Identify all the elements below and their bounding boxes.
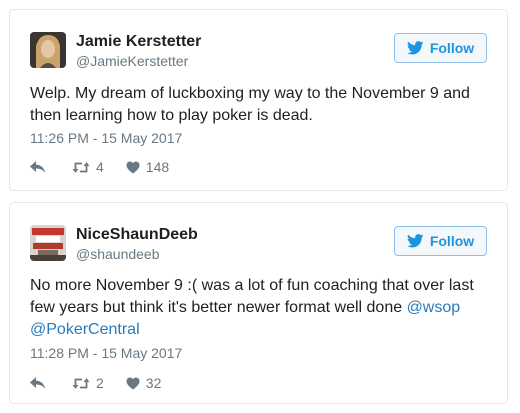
display-name[interactable]: NiceShaunDeeb	[76, 226, 198, 244]
tweet-actions: 2 32	[30, 373, 161, 393]
tweet-actions: 4 148	[30, 157, 169, 177]
tweet-card: NiceShaunDeeb @shaundeeb Follow No more …	[9, 202, 508, 404]
tweet-text: No more November 9 :( was a lot of fun c…	[30, 275, 500, 341]
display-name[interactable]: Jamie Kerstetter	[76, 33, 201, 51]
user-handle[interactable]: @shaundeeb	[76, 246, 160, 262]
retweet-count: 2	[96, 375, 104, 391]
mention-link-pokercentral[interactable]: @PokerCentral	[30, 321, 140, 338]
follow-label: Follow	[429, 233, 475, 249]
retweet-button[interactable]: 4	[72, 159, 104, 175]
follow-label: Follow	[429, 40, 475, 56]
like-button[interactable]: 148	[126, 159, 169, 175]
retweet-icon	[72, 377, 90, 390]
tweet-card: Jamie Kerstetter @JamieKerstetter Follow…	[9, 9, 508, 191]
retweet-count: 4	[96, 159, 104, 175]
retweet-icon	[72, 161, 90, 174]
follow-button[interactable]: Follow	[394, 226, 487, 256]
tweet-timestamp[interactable]: 11:28 PM - 15 May 2017	[30, 345, 182, 361]
like-count: 148	[145, 159, 170, 175]
avatar[interactable]	[30, 225, 66, 261]
retweet-button[interactable]: 2	[72, 375, 104, 391]
reply-button[interactable]	[30, 376, 46, 390]
twitter-bird-icon	[406, 41, 424, 55]
tweet-timestamp[interactable]: 11:26 PM - 15 May 2017	[30, 130, 182, 146]
heart-icon	[126, 377, 140, 390]
heart-icon	[126, 161, 140, 174]
reply-icon	[30, 160, 46, 174]
like-button[interactable]: 32	[126, 375, 162, 391]
like-count: 32	[145, 375, 162, 391]
tweet-text: Welp. My dream of luckboxing my way to t…	[30, 85, 470, 124]
avatar[interactable]	[30, 32, 66, 68]
mention-link-wsop[interactable]: @wsop	[407, 299, 461, 316]
follow-button[interactable]: Follow	[394, 33, 487, 63]
reply-button[interactable]	[30, 160, 46, 174]
user-handle[interactable]: @JamieKerstetter	[76, 53, 188, 69]
twitter-bird-icon	[406, 234, 424, 248]
reply-icon	[30, 376, 46, 390]
